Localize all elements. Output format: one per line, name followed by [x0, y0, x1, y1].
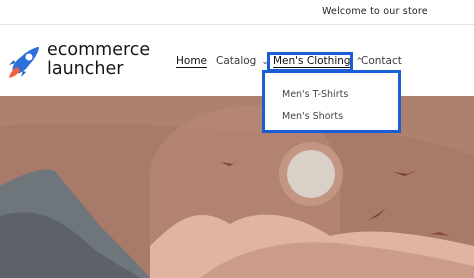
logo-line-1: ecommerce [47, 40, 151, 60]
rocket-icon [9, 47, 39, 78]
mens-clothing-dropdown: Men's T-Shirts Men's Shorts [262, 70, 401, 133]
hero-illustration [0, 96, 474, 278]
nav-contact[interactable]: Contact [361, 54, 402, 68]
mens-clothing-highlight [267, 52, 353, 72]
dropdown-item-mens-shorts[interactable]: Men's Shorts [282, 111, 343, 122]
dropdown-item-mens-tshirts[interactable]: Men's T-Shirts [282, 89, 348, 100]
logo-line-2: launcher [47, 58, 124, 79]
nav-catalog-label: Catalog [216, 55, 257, 67]
store-logo[interactable]: ecommerce launcher [5, 41, 175, 86]
announcement-text: Welcome to our store [322, 6, 428, 17]
nav-catalog[interactable]: Catalog ⌄ [216, 54, 269, 69]
site-header: ecommerce launcher Home Catalog ⌄ Men's C… [0, 26, 474, 96]
nav-home[interactable]: Home [176, 54, 207, 68]
announcement-bar: Welcome to our store [0, 0, 474, 25]
hero-banner [0, 96, 474, 278]
